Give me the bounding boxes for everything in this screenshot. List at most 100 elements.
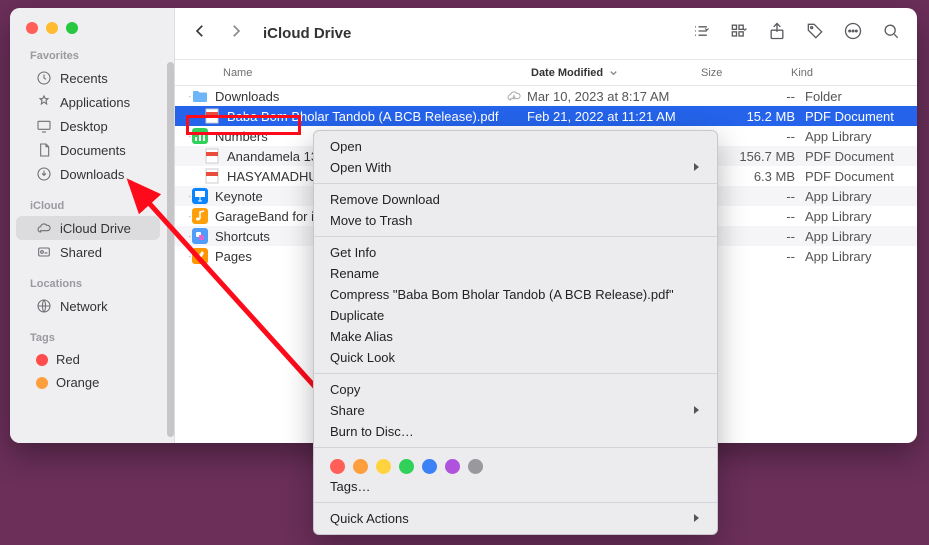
file-date: Mar 10, 2023 at 8:17 AM (527, 89, 719, 104)
sidebar-item-icloud-drive[interactable]: iCloud Drive (16, 216, 160, 240)
share-button[interactable] (767, 21, 787, 46)
tag-button[interactable] (805, 21, 825, 46)
file-size: -- (719, 189, 795, 204)
disclosure-icon[interactable] (175, 192, 191, 201)
forward-button[interactable] (227, 22, 245, 45)
ctx-separator (314, 502, 717, 503)
file-icon (191, 207, 209, 225)
tag-orange-icon (36, 377, 48, 389)
column-header-name[interactable]: Name (223, 67, 531, 79)
file-size: -- (719, 249, 795, 264)
ctx-make-alias[interactable]: Make Alias (314, 326, 717, 347)
ctx-duplicate[interactable]: Duplicate (314, 305, 717, 326)
ctx-get-info[interactable]: Get Info (314, 242, 717, 263)
sidebar-item-label: Shared (60, 245, 102, 260)
tag-red-icon (36, 354, 48, 366)
tag-color[interactable] (353, 459, 368, 474)
ctx-open[interactable]: Open (314, 136, 717, 157)
maximize-window-button[interactable] (66, 22, 78, 34)
icloud-label: iCloud (10, 194, 166, 216)
file-kind: PDF Document (795, 109, 905, 124)
ctx-open-with[interactable]: Open With (314, 157, 717, 178)
clock-icon (36, 70, 52, 86)
file-kind: PDF Document (795, 169, 905, 184)
doc-icon (36, 142, 52, 158)
ctx-burn[interactable]: Burn to Disc… (314, 421, 717, 442)
sidebar-item-label: Red (56, 352, 80, 367)
globe-icon (36, 298, 52, 314)
app-icon (36, 94, 52, 110)
disclosure-icon[interactable] (175, 212, 191, 221)
view-list-button[interactable] (691, 21, 711, 46)
file-size: -- (719, 89, 795, 104)
sidebar-item-label: Downloads (60, 167, 124, 182)
action-button[interactable] (843, 21, 863, 46)
disclosure-icon[interactable] (175, 92, 191, 101)
tag-color[interactable] (445, 459, 460, 474)
cloud-icon (36, 220, 52, 236)
tag-color[interactable] (468, 459, 483, 474)
disclosure-icon[interactable] (175, 252, 191, 261)
file-kind: App Library (795, 129, 905, 144)
tag-color[interactable] (330, 459, 345, 474)
ctx-move-to-trash[interactable]: Move to Trash (314, 210, 717, 231)
cloud-download-icon (501, 88, 527, 104)
file-size: -- (719, 209, 795, 224)
file-icon (191, 127, 209, 145)
close-window-button[interactable] (26, 22, 38, 34)
tag-color[interactable] (376, 459, 391, 474)
file-row[interactable]: DownloadsMar 10, 2023 at 8:17 AM--Folder (175, 86, 917, 106)
file-icon (191, 247, 209, 265)
sidebar-item-label: iCloud Drive (60, 221, 131, 236)
sidebar-tag-red[interactable]: Red (16, 348, 160, 371)
ctx-remove-download[interactable]: Remove Download (314, 189, 717, 210)
sidebar-item-downloads[interactable]: Downloads (16, 162, 160, 186)
desktop-icon (36, 118, 52, 134)
ctx-compress[interactable]: Compress "Baba Bom Bholar Tandob (A BCB … (314, 284, 717, 305)
sidebar-item-network[interactable]: Network (16, 294, 160, 318)
sidebar-scrollbar[interactable] (167, 62, 174, 437)
tag-color[interactable] (399, 459, 414, 474)
sidebar-item-recents[interactable]: Recents (16, 66, 160, 90)
window-title: iCloud Drive (263, 25, 351, 42)
disclosure-icon[interactable] (175, 132, 191, 141)
sidebar-item-label: Applications (60, 95, 130, 110)
sidebar-item-documents[interactable]: Documents (16, 138, 160, 162)
back-button[interactable] (191, 22, 209, 45)
sidebar-item-applications[interactable]: Applications (16, 90, 160, 114)
column-header-date[interactable]: Date Modified (531, 67, 701, 79)
column-header-kind[interactable]: Kind (791, 67, 901, 79)
column-header-size[interactable]: Size (701, 67, 791, 79)
ctx-copy[interactable]: Copy (314, 379, 717, 400)
ctx-tags[interactable]: Tags… (314, 476, 717, 497)
disclosure-icon[interactable] (175, 232, 191, 241)
file-icon (191, 87, 209, 105)
file-size: -- (719, 229, 795, 244)
column-header-row: Name Date Modified Size Kind (175, 60, 917, 86)
sidebar-item-desktop[interactable]: Desktop (16, 114, 160, 138)
search-button[interactable] (881, 21, 901, 46)
file-size: 156.7 MB (719, 149, 795, 164)
file-size: -- (719, 129, 795, 144)
window-controls (10, 8, 174, 44)
file-kind: App Library (795, 209, 905, 224)
sidebar-item-shared[interactable]: Shared (16, 240, 160, 264)
locations-label: Locations (10, 272, 166, 294)
tag-color[interactable] (422, 459, 437, 474)
minimize-window-button[interactable] (46, 22, 58, 34)
toolbar: iCloud Drive (175, 8, 917, 60)
ctx-rename[interactable]: Rename (314, 263, 717, 284)
file-icon (191, 187, 209, 205)
ctx-quick-look[interactable]: Quick Look (314, 347, 717, 368)
file-icon (191, 227, 209, 245)
file-row[interactable]: Baba Bom Bholar Tandob (A BCB Release).p… (175, 106, 917, 126)
file-kind: Folder (795, 89, 905, 104)
view-group-button[interactable] (729, 21, 749, 46)
context-menu: Open Open With Remove Download Move to T… (313, 130, 718, 535)
ctx-quick-actions[interactable]: Quick Actions (314, 508, 717, 529)
download-icon (36, 166, 52, 182)
file-name: Baba Bom Bholar Tandob (A BCB Release).p… (227, 109, 501, 124)
tags-label: Tags (10, 326, 166, 348)
sidebar-tag-orange[interactable]: Orange (16, 371, 160, 394)
ctx-share[interactable]: Share (314, 400, 717, 421)
